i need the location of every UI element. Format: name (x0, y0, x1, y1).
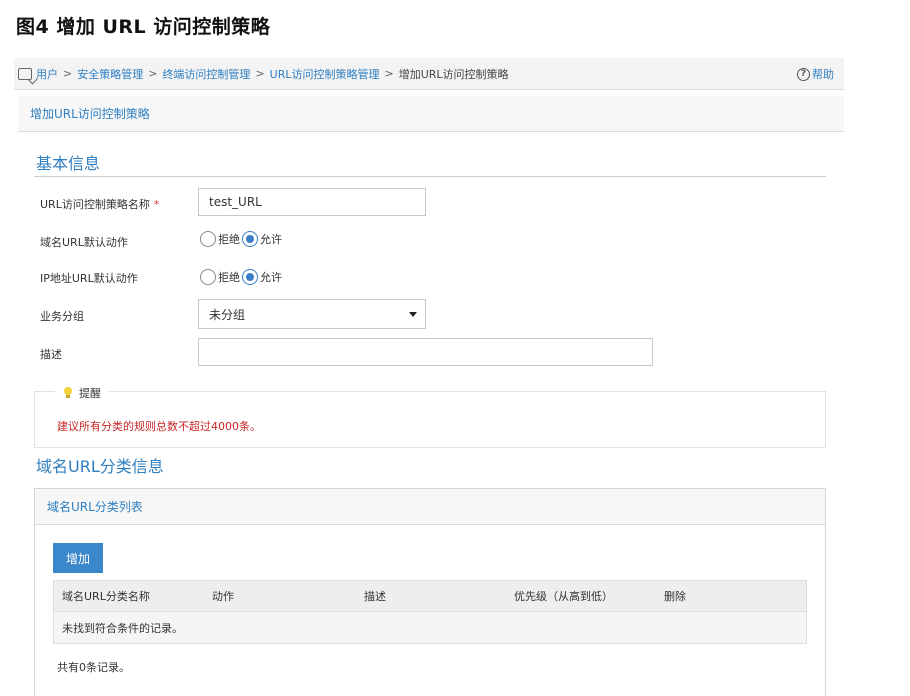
domain-deny-radio[interactable] (200, 231, 216, 247)
ip-allow-radio[interactable] (242, 269, 258, 285)
policy-name-label: URL访问控制策略名称 * (40, 196, 159, 212)
help-link[interactable]: ? 帮助 (797, 66, 834, 82)
column-header-action[interactable]: 动作 (212, 588, 234, 604)
breadcrumb-separator: > (148, 67, 158, 80)
help-label: 帮助 (812, 68, 834, 81)
panel-header: 增加URL访问控制策略 (18, 96, 844, 132)
policy-name-label-text: URL访问控制策略名称 (40, 198, 150, 211)
breadcrumb-current: 增加URL访问控制策略 (398, 67, 509, 81)
ip-default-radio-group: 拒绝 允许 (200, 269, 284, 285)
breadcrumb-separator: > (255, 67, 265, 80)
column-header-name[interactable]: 域名URL分类名称 (62, 588, 150, 604)
description-input[interactable] (198, 338, 653, 366)
record-count: 共有0条记录。 (57, 661, 130, 674)
ip-deny-label: 拒绝 (218, 271, 240, 284)
policy-name-value: test_URL (209, 195, 262, 209)
breadcrumb-item-url-policy[interactable]: URL访问控制策略管理 (270, 66, 380, 82)
ip-deny-radio[interactable] (200, 269, 216, 285)
breadcrumb-item-users[interactable]: 用户 (36, 66, 58, 82)
required-mark: * (153, 198, 160, 211)
domain-default-radio-group: 拒绝 允许 (200, 231, 284, 247)
description-label: 描述 (40, 348, 62, 361)
ip-default-label: IP地址URL默认动作 (40, 272, 138, 285)
domain-default-label: 域名URL默认动作 (40, 236, 128, 249)
domain-allow-label: 允许 (260, 233, 282, 246)
column-header-delete[interactable]: 删除 (664, 588, 686, 604)
tip-box: 提醒 建议所有分类的规则总数不超过4000条。 (34, 385, 826, 448)
panel-title: 增加URL访问控制策略 (30, 107, 150, 121)
basic-info-title: 基本信息 (36, 154, 101, 173)
caret-down-icon (409, 312, 417, 317)
column-header-priority[interactable]: 优先级（从高到低） (514, 588, 613, 604)
question-circle-icon: ? (797, 67, 810, 81)
domain-deny-label: 拒绝 (218, 233, 240, 246)
column-header-description[interactable]: 描述 (364, 588, 386, 604)
table-empty-row: 未找到符合条件的记录。 (53, 612, 807, 644)
user-manage-icon (18, 67, 32, 80)
app-window: 用户 > 安全策略管理 > 终端访问控制管理 > URL访问控制策略管理 > 增… (14, 58, 844, 696)
lightbulb-icon (63, 387, 73, 399)
domain-category-list-header: 域名URL分类列表 (35, 489, 825, 525)
section-divider (34, 176, 826, 177)
group-select[interactable]: 未分组 (198, 299, 426, 329)
figure-title: 图4 增加 URL 访问控制策略 (16, 16, 271, 38)
breadcrumb-separator: > (384, 67, 394, 80)
domain-category-table: 域名URL分类名称 动作 描述 优先级（从高到低） 删除 未找到符合条件的记录。 (53, 580, 807, 644)
domain-category-panel: 域名URL分类列表 增加 域名URL分类名称 动作 描述 优先级（从高到低） 删… (34, 488, 826, 696)
tip-text: 建议所有分类的规则总数不超过4000条。 (57, 420, 261, 433)
domain-category-title: 域名URL分类信息 (36, 457, 164, 476)
ip-allow-label: 允许 (260, 271, 282, 284)
policy-name-input[interactable]: test_URL (198, 188, 426, 216)
tip-header: 提醒 (55, 385, 109, 401)
breadcrumb: 用户 > 安全策略管理 > 终端访问控制管理 > URL访问控制策略管理 > 增… (14, 58, 844, 90)
breadcrumb-separator: > (63, 67, 73, 80)
group-select-value: 未分组 (209, 307, 246, 322)
breadcrumb-item-security-policy[interactable]: 安全策略管理 (77, 66, 143, 82)
group-label: 业务分组 (40, 310, 84, 323)
domain-category-list-title: 域名URL分类列表 (47, 500, 143, 514)
table-header-row: 域名URL分类名称 动作 描述 优先级（从高到低） 删除 (53, 580, 807, 612)
breadcrumb-item-terminal-access[interactable]: 终端访问控制管理 (162, 66, 250, 82)
tip-title: 提醒 (79, 387, 101, 400)
domain-allow-radio[interactable] (242, 231, 258, 247)
add-button[interactable]: 增加 (53, 543, 103, 573)
